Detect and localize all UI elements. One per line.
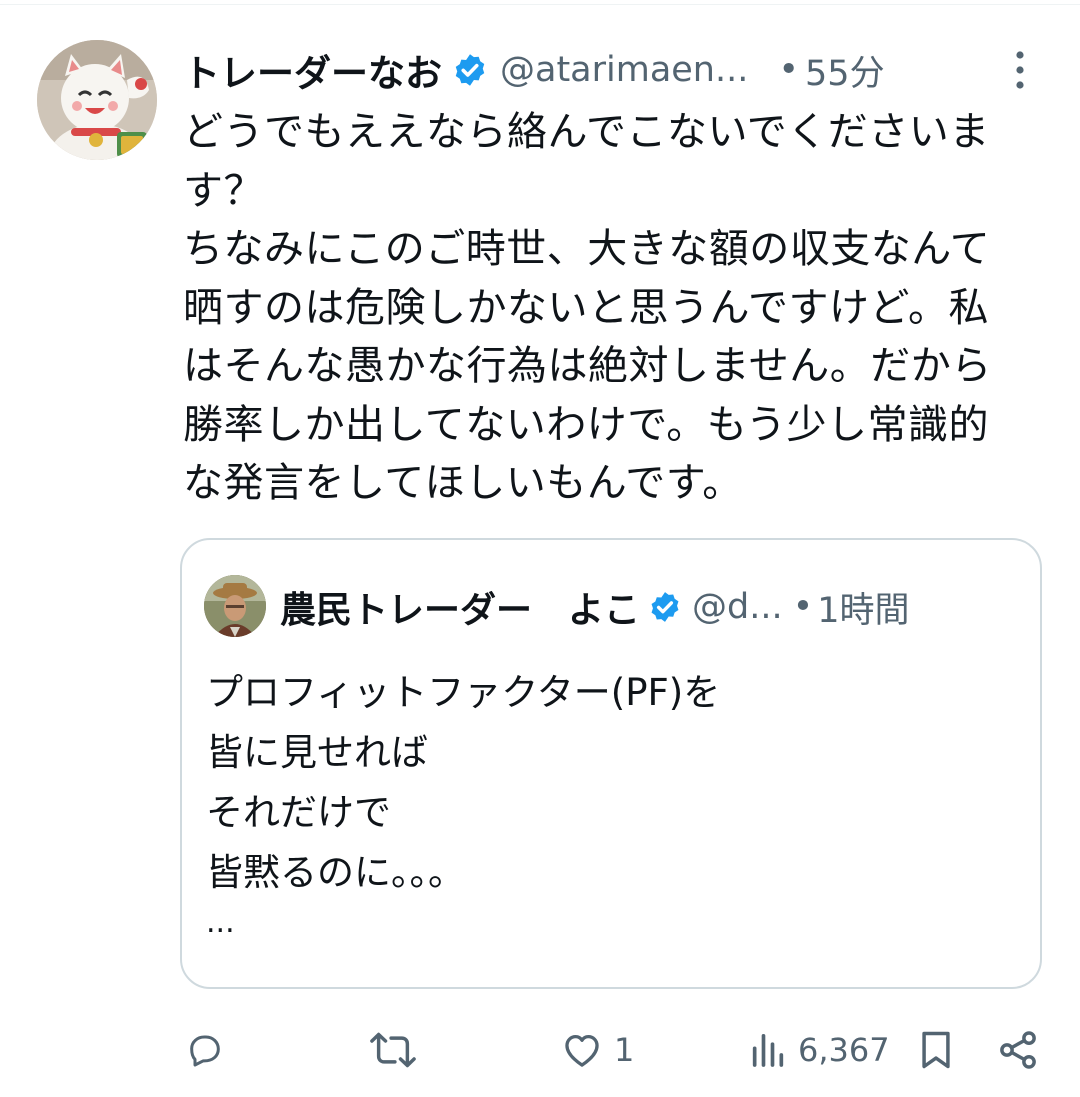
- quoted-tweet-card[interactable]: 農民トレーダー よこ @d... • 1時間 プロフィットファクター(PF)を …: [180, 538, 1042, 989]
- separator-dot: •: [792, 587, 814, 627]
- tweet-header: トレーダーなお @atarimaen... • 55分: [183, 44, 1043, 96]
- quote-truncation-ellipsis: ...: [206, 905, 235, 940]
- retweet-icon: [370, 1032, 416, 1068]
- tweet-text-line: 勝率しか出してないわけで。もう少し常識的: [183, 401, 989, 448]
- author-display-name[interactable]: トレーダーなお: [183, 43, 442, 97]
- quote-header: 農民トレーダー よこ @d... • 1時間: [280, 580, 910, 634]
- tweet-text-line: はそんな愚かな行為は絶対しません。だから: [183, 343, 992, 389]
- maneki-neko-avatar-image: [37, 40, 157, 160]
- quote-author-handle[interactable]: @d...: [692, 587, 783, 627]
- author-avatar[interactable]: [37, 40, 157, 160]
- verified-badge-icon: [651, 592, 679, 622]
- quote-text-line: プロフィットファクター(PF)を: [206, 671, 721, 714]
- tweet-text-line: どうでもええなら絡んでこないでくださいま: [183, 109, 990, 155]
- view-count: 6,367: [798, 1031, 890, 1069]
- quote-author-avatar[interactable]: [204, 575, 266, 637]
- top-divider: [0, 4, 1080, 5]
- more-vertical-icon[interactable]: [1008, 48, 1032, 92]
- tweet-timestamp[interactable]: 55分: [805, 45, 885, 96]
- quote-text-line: 皆に見せれば: [206, 731, 428, 774]
- quote-timestamp[interactable]: 1時間: [817, 582, 909, 633]
- like-count: 1: [614, 1031, 635, 1069]
- tweet-text-line: な発言をしてほしいもんです。: [183, 460, 743, 506]
- bookmark-icon: [922, 1031, 950, 1069]
- views-icon: [752, 1034, 784, 1067]
- verified-badge-icon: [455, 54, 485, 86]
- retweet-button[interactable]: [370, 1022, 426, 1078]
- tweet-text-line: す？: [183, 167, 264, 214]
- quote-text-line: それだけで: [206, 791, 391, 834]
- reply-button[interactable]: [185, 1022, 235, 1078]
- like-button[interactable]: 1: [560, 1022, 634, 1078]
- views-button[interactable]: 6,367: [748, 1022, 890, 1078]
- tweet-text-line: 晒すのは危険しかないと思うんですけど。私: [183, 284, 989, 331]
- quote-text-line: 皆黙るのに。。。: [206, 851, 465, 894]
- author-handle[interactable]: @atarimaen...: [500, 50, 748, 90]
- quote-text: プロフィットファクター(PF)を 皆に見せれば それだけで 皆黙るのに。。。: [206, 663, 1006, 903]
- tweet-text: どうでもええなら絡んでこないでくださいま す？ ちなみにこのご時世、大きな額の収…: [183, 103, 1043, 513]
- quote-author-display-name[interactable]: 農民トレーダー よこ: [280, 581, 640, 633]
- bookmark-button[interactable]: [914, 1022, 958, 1078]
- reply-icon: [190, 1035, 220, 1067]
- farmer-avatar-image: [204, 575, 266, 637]
- separator-dot: •: [778, 50, 800, 90]
- tweet-action-bar: 1 6,367: [0, 1022, 1080, 1078]
- share-button[interactable]: [996, 1022, 1040, 1078]
- heart-icon: [565, 1034, 599, 1067]
- share-icon: [1000, 1031, 1036, 1069]
- tweet-text-line: ちなみにこのご時世、大きな額の収支なんて: [183, 226, 991, 272]
